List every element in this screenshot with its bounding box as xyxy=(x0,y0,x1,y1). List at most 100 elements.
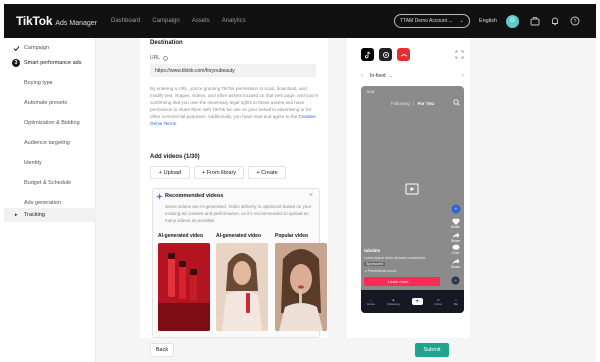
phone-forward-count: Share xyxy=(450,265,461,269)
account-select[interactable]: TTAM Demo Account ... ⌄ xyxy=(393,14,470,28)
sidebar-item-budget-schedule[interactable]: Budget & Schedule xyxy=(4,176,96,190)
tiktok-platform-icon[interactable] xyxy=(361,48,374,61)
top-navigation-bar: TikTok Ads Manager Dashboard Campaign As… xyxy=(4,4,596,38)
phone-tab-following: Following xyxy=(390,101,410,106)
add-videos-heading: Add videos (1/30) xyxy=(150,154,200,160)
chevron-left-icon[interactable]: ‹ xyxy=(361,73,363,79)
submit-button[interactable]: Submit xyxy=(415,343,449,357)
sparkle-icon xyxy=(156,193,163,200)
sidebar-item-buying-type[interactable]: Buying type xyxy=(4,76,96,90)
news-platform-icon[interactable] xyxy=(397,48,410,61)
nav-analytics[interactable]: Analytics xyxy=(222,18,246,24)
svg-text:+: + xyxy=(454,207,457,212)
url-label: URL i xyxy=(150,55,169,62)
phone-music-text: Promotional music xyxy=(367,269,397,273)
check-icon xyxy=(12,44,20,52)
close-icon[interactable]: × xyxy=(309,192,313,199)
create-button[interactable]: + Create xyxy=(248,166,286,179)
chevron-down-icon[interactable]: ⌄ xyxy=(389,73,393,79)
back-button[interactable]: Back xyxy=(150,343,174,357)
phone-share-button: Share xyxy=(450,232,461,243)
pangle-platform-icon[interactable] xyxy=(379,48,392,61)
phone-nav-create: + xyxy=(411,298,423,305)
brand-subtitle: Ads Manager xyxy=(55,20,98,27)
phone-cta-button: Learn more xyxy=(364,277,440,286)
svg-text:?: ? xyxy=(573,19,576,25)
nav-assets[interactable]: Assets xyxy=(192,18,210,24)
video-placeholder-icon xyxy=(405,183,419,195)
sidebar-item-label: Tracking xyxy=(24,212,45,218)
phone-like-button: Music xyxy=(450,218,461,229)
avatar[interactable]: G xyxy=(506,14,519,28)
recommended-videos-description: Some videos are AI-generated. Video deli… xyxy=(165,204,312,223)
sidebar-item-label: Optimization & Bidding xyxy=(24,120,80,126)
expand-icon[interactable] xyxy=(455,50,464,59)
sidebar-item-label: Smart performance ads xyxy=(24,60,82,66)
briefcase-icon[interactable] xyxy=(528,15,541,28)
phone-tab-foryou: For You xyxy=(417,101,435,106)
phone-forward-button: Share xyxy=(450,258,461,269)
placement-label[interactable]: In-feed xyxy=(370,73,386,79)
column-label-ai-video-1: AI-generated video xyxy=(158,233,204,239)
sidebar-item-label: Identity xyxy=(24,160,42,166)
sidebar-item-label: Campaign xyxy=(24,45,50,51)
top-nav: Dashboard Campaign Assets Analytics xyxy=(111,18,258,24)
phone-bottom-nav: ⌂ Home ☻ Following + ✉ Inbox ☺ Me xyxy=(361,290,464,313)
bell-icon[interactable] xyxy=(548,15,561,28)
upload-button[interactable]: + Upload xyxy=(150,166,190,179)
sidebar-item-optimization-bidding[interactable]: Optimization & Bidding xyxy=(4,116,96,130)
phone-like-count: Music xyxy=(450,225,461,229)
phone-profile-avatar: + xyxy=(450,204,461,214)
phone-preview: 9:41 Following | For You + Music Share C… xyxy=(361,86,464,313)
share-icon xyxy=(452,232,459,238)
video-thumbnail-ai-2[interactable] xyxy=(216,243,268,331)
sidebar-item-label: Automate presets xyxy=(24,100,68,106)
sidebar-item-label: Ads generation xyxy=(24,200,61,206)
caret-right-icon: ▸ xyxy=(15,212,18,218)
phone-music-disc xyxy=(450,276,461,285)
sidebar-item-audience-targeting[interactable]: Audience targeting xyxy=(4,136,96,150)
phone-sponsored-badge: Sponsored xyxy=(364,262,385,266)
url-input[interactable] xyxy=(150,64,316,77)
heart-icon xyxy=(451,218,460,225)
phone-feed-tabs: Following | For You xyxy=(390,101,435,106)
column-label-popular-video: Popular video xyxy=(275,233,309,239)
comment-icon xyxy=(452,244,459,250)
language-switch[interactable]: English xyxy=(479,18,497,24)
music-disc-icon xyxy=(451,276,460,285)
brand[interactable]: TikTok Ads Manager xyxy=(16,14,97,28)
phone-comment-button: Chat xyxy=(450,244,461,255)
sidebar-item-label: Audience targeting xyxy=(24,140,70,146)
step-number-badge: 3 xyxy=(12,59,20,67)
nav-campaign[interactable]: Campaign xyxy=(152,18,179,24)
sidebar-item-label: Buying type xyxy=(24,80,53,86)
column-label-ai-video-2: AI-generated video xyxy=(216,233,262,239)
sidebar-item-campaign[interactable]: Campaign xyxy=(4,41,96,55)
from-library-button[interactable]: + From library xyxy=(194,166,244,179)
video-thumbnail-ai-1[interactable] xyxy=(158,243,210,331)
sidebar-item-label: Budget & Schedule xyxy=(24,180,72,186)
chevron-right-icon[interactable]: › xyxy=(462,73,464,79)
sidebar-item-smart-performance-ads[interactable]: 3 Smart performance ads xyxy=(4,56,96,70)
sidebar: Campaign 3 Smart performance ads Buying … xyxy=(4,38,96,362)
chevron-down-icon: ⌄ xyxy=(459,18,464,24)
sidebar-item-automate-presets[interactable]: Automate presets xyxy=(4,96,96,110)
video-thumbnail-popular[interactable] xyxy=(275,243,327,331)
top-right-controls: TTAM Demo Account ... ⌄ English G ? xyxy=(393,4,588,38)
phone-nav-inbox: ✉ Inbox xyxy=(434,297,442,306)
plus-icon: + xyxy=(411,298,423,305)
search-icon xyxy=(453,99,460,106)
phone-nav-me: ☺ Me xyxy=(453,297,458,306)
url-label-text: URL xyxy=(150,55,161,61)
account-name: TTAM Demo Account ... xyxy=(399,18,453,24)
phone-nav-home: ⌂ Home xyxy=(366,297,375,306)
forward-icon xyxy=(452,258,459,264)
help-icon[interactable]: ? xyxy=(568,15,581,28)
destination-heading: Destination xyxy=(150,40,183,46)
nav-dashboard[interactable]: Dashboard xyxy=(111,18,140,24)
info-icon[interactable]: i xyxy=(163,55,169,62)
sidebar-item-identity[interactable]: Identity xyxy=(4,156,96,170)
brand-logo: TikTok xyxy=(16,14,53,28)
sidebar-item-tracking[interactable]: ▸ Tracking xyxy=(4,208,96,222)
recommended-videos-title: Recommended videos xyxy=(165,193,224,199)
